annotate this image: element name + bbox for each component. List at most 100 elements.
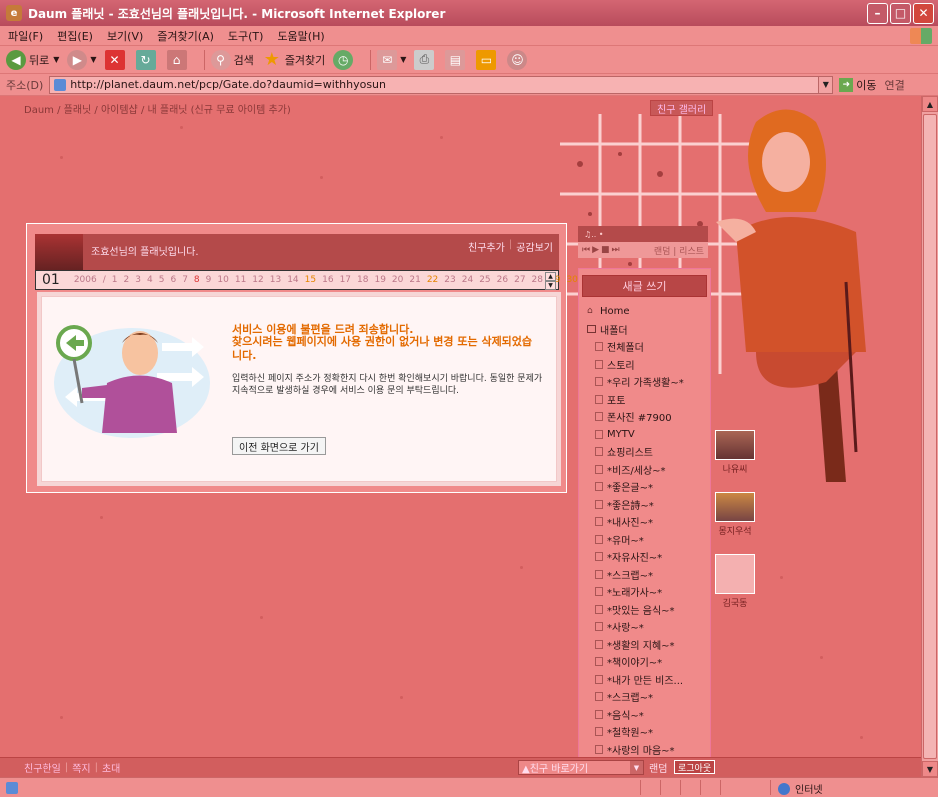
breadcrumb[interactable]: Daum / 플래닛 / 아이템샵 / 내 플래닛 (신규 무료 아이템 추가) (24, 101, 291, 116)
sidebar-folder-item[interactable]: 폰사진 #7900 (579, 408, 710, 426)
calendar-day[interactable]: 13 (270, 275, 281, 285)
forward-button[interactable]: ▶ ▼ (67, 49, 97, 70)
calendar-day[interactable]: 28 (532, 275, 543, 285)
friend-gallery-button[interactable]: 친구 갤러리 (650, 100, 714, 116)
mail-dropdown-icon[interactable]: ▼ (400, 55, 406, 64)
scroll-thumb[interactable] (923, 114, 937, 759)
menu-help[interactable]: 도움말(H) (277, 28, 324, 44)
calendar-day[interactable]: 17 (340, 275, 351, 285)
sidebar-folder-item[interactable]: *생활의 지혜~* (579, 636, 710, 654)
address-dropdown-icon[interactable]: ▼ (819, 75, 834, 94)
calendar-day[interactable]: 21 (409, 275, 420, 285)
links-toolbar[interactable]: 연결 (885, 77, 905, 93)
calendar-day[interactable]: 27 (514, 275, 525, 285)
blog-thumbnail[interactable] (35, 234, 83, 270)
player-links[interactable]: 랜덤 | 리스트 (654, 244, 704, 257)
minimize-button[interactable]: – (867, 2, 888, 24)
friend-card[interactable]: 나유씨 (714, 430, 756, 475)
sidebar-folder-item[interactable]: *우리 가족생활~* (579, 373, 710, 391)
history-button[interactable]: ◷ (333, 49, 356, 70)
sidebar-folder-item[interactable]: *책이야기~* (579, 653, 710, 671)
sidebar-folder-item[interactable]: 전체폴더 (579, 338, 710, 356)
discuss-button[interactable]: ▭ (476, 49, 499, 70)
sidebar-item-home[interactable]: ⌂ Home (579, 303, 710, 321)
go-back-button[interactable]: 이전 화면으로 가기 (232, 437, 326, 455)
sidebar-folder-item[interactable]: *음식~* (579, 706, 710, 724)
messenger-button[interactable]: ☺ (507, 49, 530, 70)
friend-card[interactable]: 몽지우석 (714, 492, 756, 537)
address-input[interactable]: http://planet.daum.net/pcp/Gate.do?daumi… (49, 75, 820, 94)
menu-edit[interactable]: 편집(E) (57, 28, 93, 44)
close-button[interactable]: ✕ (913, 2, 934, 24)
friend-card[interactable]: 김국동 (714, 554, 756, 609)
random-link[interactable]: 랜덤 (649, 760, 667, 775)
search-button[interactable]: ⚲ 검색 (210, 49, 254, 70)
calendar-up-icon[interactable]: ▲ (545, 272, 556, 281)
calendar-day[interactable]: 12 (252, 275, 263, 285)
calendar-day[interactable]: 1 (112, 275, 118, 285)
sidebar-folder-item[interactable]: *스크랩~* (579, 566, 710, 584)
calendar-day[interactable]: 2 (124, 275, 130, 285)
back-button[interactable]: ◀ 뒤로 ▼ (6, 49, 59, 70)
sidebar-folder-item[interactable]: *비즈/세상~* (579, 461, 710, 479)
logout-button[interactable]: 로그아웃 (674, 760, 716, 774)
scroll-up-icon[interactable]: ▲ (922, 96, 938, 112)
calendar-down-icon[interactable]: ▼ (545, 281, 556, 290)
print-button[interactable]: ⎙ (414, 49, 437, 70)
calendar-day[interactable]: 23 (444, 275, 455, 285)
menu-tools[interactable]: 도구(T) (228, 28, 264, 44)
calendar-day[interactable]: 22 (427, 275, 438, 285)
calendar-day[interactable]: 25 (479, 275, 490, 285)
write-post-button[interactable]: 새글 쓰기 (582, 275, 707, 297)
calendar-day[interactable]: 26 (497, 275, 508, 285)
sidebar-folder-item[interactable]: *사랑의 마음~* (579, 741, 710, 759)
calendar-day[interactable]: 9 (206, 275, 212, 285)
calendar-day[interactable]: 16 (322, 275, 333, 285)
friend-news-link[interactable]: 친구한일 (24, 760, 61, 775)
sidebar-folder-item[interactable]: 포토 (579, 391, 710, 409)
favorites-button[interactable]: ★ 즐겨찾기 (262, 49, 326, 70)
mail-button[interactable]: ✉ ▼ (377, 49, 406, 70)
calendar-day[interactable]: 6 (170, 275, 176, 285)
calendar-day[interactable]: 20 (392, 275, 403, 285)
sidebar-folder-item[interactable]: *스크랩~* (579, 688, 710, 706)
friend-shortcut-select[interactable]: ▲친구 바로가기 ▼ (518, 760, 644, 775)
page-scrollbar[interactable]: ▲ ▼ (921, 96, 938, 777)
calendar-day[interactable]: 19 (374, 275, 385, 285)
sidebar-folder-item[interactable]: *내가 만든 비즈... (579, 671, 710, 689)
note-link[interactable]: 쪽지 (72, 760, 90, 775)
calendar-day[interactable]: 3 (135, 275, 141, 285)
sympathy-link[interactable]: 공감보기 (516, 239, 553, 254)
menu-favorites[interactable]: 즐겨찾기(A) (157, 28, 214, 44)
add-friend-link[interactable]: 친구추가 (468, 239, 505, 254)
calendar-day[interactable]: 24 (462, 275, 473, 285)
sidebar-folder-item[interactable]: *노래가사~* (579, 583, 710, 601)
sidebar-folder-item[interactable]: 스토리 (579, 356, 710, 374)
calendar-day[interactable]: 5 (159, 275, 165, 285)
sidebar-folder-item[interactable]: *유머~* (579, 531, 710, 549)
refresh-button[interactable]: ↻ (135, 49, 159, 70)
sidebar-folder-item[interactable]: *맛있는 음식~* (579, 601, 710, 619)
go-button[interactable]: ➜ 이동 (839, 77, 877, 93)
sidebar-folder-item[interactable]: MYTV (579, 426, 710, 444)
stop-button[interactable]: ✕ (104, 49, 128, 70)
home-button[interactable]: ⌂ (166, 49, 190, 70)
calendar-day[interactable]: 10 (217, 275, 228, 285)
calendar-day[interactable]: 8 (194, 275, 200, 285)
sidebar-folder-item[interactable]: *좋은글~* (579, 478, 710, 496)
calendar-day[interactable]: 30 (566, 275, 577, 285)
maximize-button[interactable]: □ (890, 2, 911, 24)
sidebar-folder-item[interactable]: 쇼핑리스트 (579, 443, 710, 461)
sidebar-folder-item[interactable]: *좋은詩~* (579, 496, 710, 514)
back-dropdown-icon[interactable]: ▼ (53, 55, 59, 64)
calendar-day[interactable]: 4 (147, 275, 153, 285)
scroll-down-icon[interactable]: ▼ (922, 761, 938, 777)
calendar-day[interactable]: 11 (235, 275, 246, 285)
calendar-day[interactable]: 14 (287, 275, 298, 285)
sidebar-folder-item[interactable]: *철학원~* (579, 723, 710, 741)
sidebar-item-my-folder[interactable]: 내폴더 (579, 321, 710, 339)
invite-link[interactable]: 초대 (102, 760, 120, 775)
sidebar-folder-item[interactable]: *사랑~* (579, 618, 710, 636)
calendar-day[interactable]: 15 (305, 275, 316, 285)
forward-dropdown-icon[interactable]: ▼ (90, 55, 96, 64)
